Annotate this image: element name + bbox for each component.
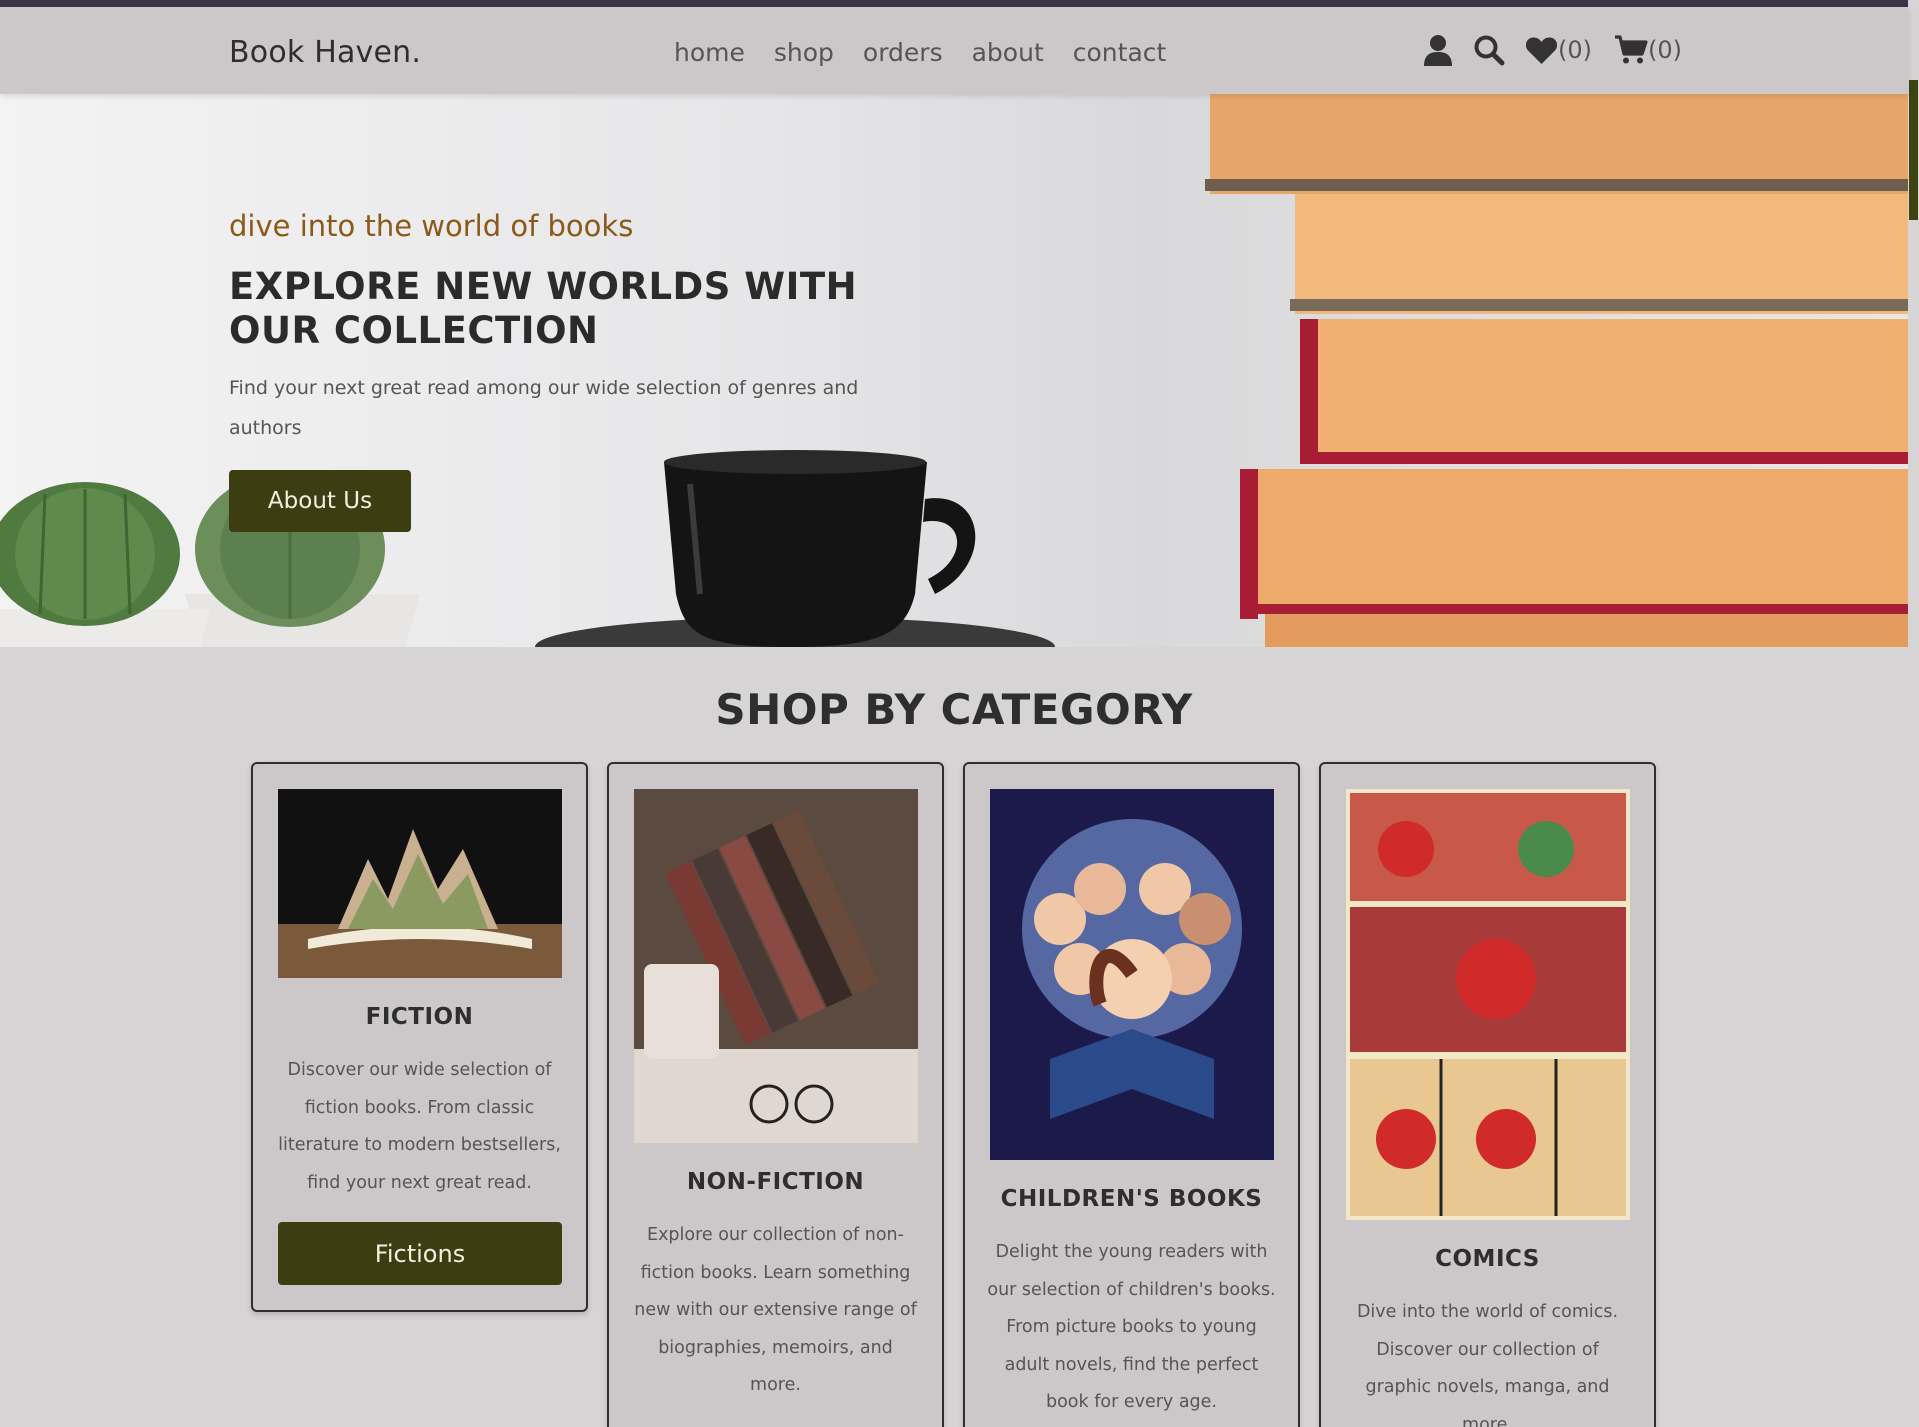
wishlist-count: (0) [1558,36,1592,64]
category-card-fiction: FICTION Discover our wide selection of f… [251,762,588,1312]
hero-title: EXPLORE NEW WORLDS WITH OUR COLLECTION [229,265,858,352]
card-description: Discover our wide selection of fiction b… [278,1060,561,1193]
nav-about[interactable]: about [972,38,1044,67]
card-title: NON-FICTION [686,1169,865,1195]
header-actions: (0) (0) [1423,34,1682,66]
card-title: CHILDREN'S BOOKS [1000,1186,1263,1212]
site-logo[interactable]: Book Haven. [229,35,421,70]
nav-shop[interactable]: shop [774,38,834,67]
search-icon[interactable] [1473,34,1505,66]
section-title: SHOP BY CATEGORY [715,685,1193,734]
cart-button[interactable]: (0) [1614,35,1682,65]
fictions-button[interactable]: Fictions [278,1222,562,1285]
main-nav: home shop orders about contact [674,38,1166,67]
wishlist-button[interactable]: (0) [1525,36,1592,65]
heart-icon [1525,36,1558,64]
cart-icon [1615,35,1648,64]
childrens-books-image [990,789,1274,1160]
card-description: Delight the young readers with our selec… [987,1242,1276,1412]
card-title: FICTION [365,1004,474,1030]
cart-count: (0) [1648,36,1682,64]
nav-home[interactable]: home [674,38,745,67]
card-description: Explore our collection of non-fiction bo… [634,1225,917,1395]
scrollbar-thumb[interactable] [1909,80,1918,220]
site-header: Book Haven. home shop orders about conta… [0,7,1908,94]
book-stack [1205,94,1908,647]
about-us-button[interactable]: About Us [229,470,411,532]
fiction-image [278,789,562,978]
hero-description: Find your next great read among our wide… [229,377,859,439]
coffee-cup [535,450,1055,647]
hero-tagline: dive into the world of books [229,209,634,243]
card-description: Dive into the world of comics. Discover … [1356,1302,1619,1427]
top-accent-strip [0,0,1919,7]
non-fiction-image [634,789,918,1143]
nav-orders[interactable]: orders [863,38,943,67]
hero-banner: dive into the world of books EXPLORE NEW… [0,94,1908,647]
comics-image [1346,789,1630,1220]
hero-content: dive into the world of books EXPLORE NEW… [229,209,869,448]
nav-contact[interactable]: contact [1073,38,1167,67]
category-card-childrens-books: CHILDREN'S BOOKS Delight the young reade… [963,762,1300,1427]
category-card-comics: COMICS Dive into the world of comics. Di… [1319,762,1656,1427]
page-scrollbar[interactable] [1908,0,1919,1427]
user-icon[interactable] [1423,34,1453,66]
category-card-non-fiction: NON-FICTION Explore our collection of no… [607,762,944,1427]
card-title: COMICS [1435,1246,1540,1272]
